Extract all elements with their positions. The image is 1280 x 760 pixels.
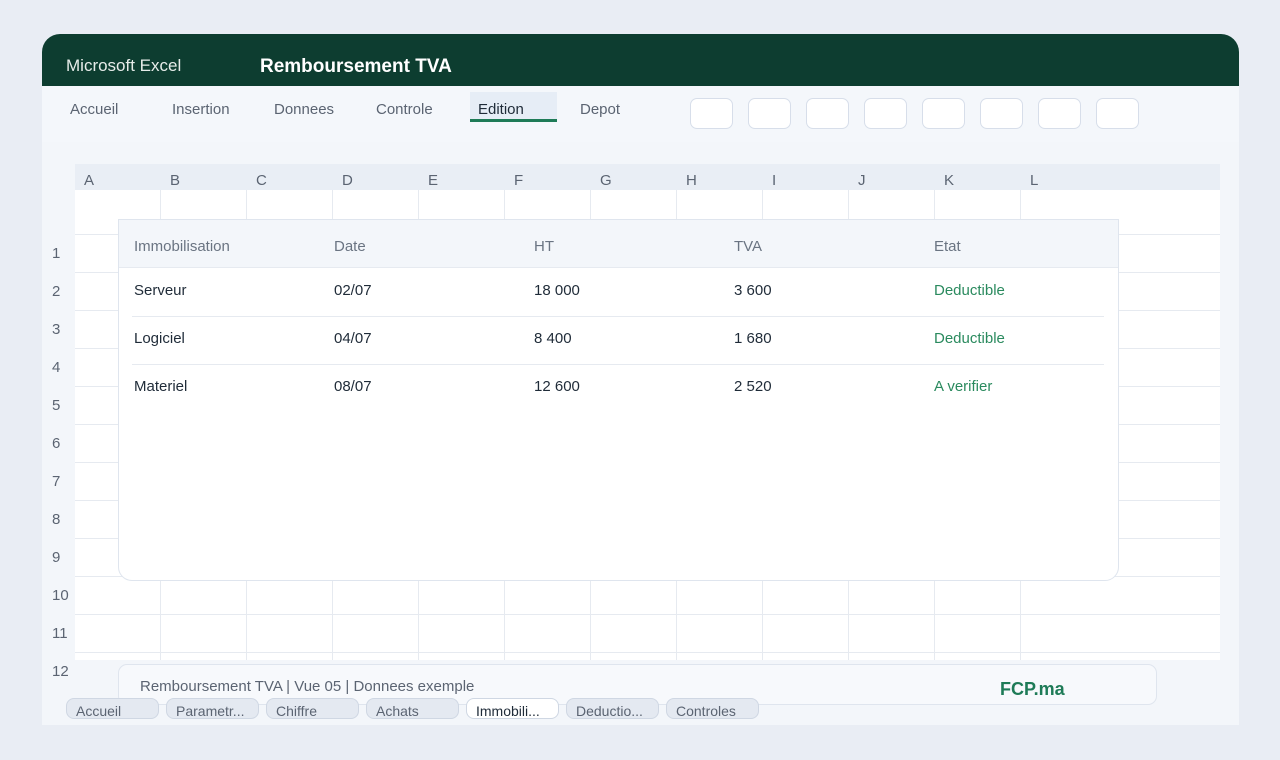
row-header-3[interactable]: 3 [52, 321, 60, 338]
row-header-10[interactable]: 10 [52, 587, 69, 604]
row-header-12[interactable]: 12 [52, 663, 69, 680]
row-header-1[interactable]: 1 [52, 245, 60, 262]
row-header-7[interactable]: 7 [52, 473, 60, 490]
brand-logo: FCP.ma [1000, 679, 1065, 699]
tab-depot[interactable]: Depot [572, 92, 628, 122]
ribbon-tool-button[interactable] [864, 98, 907, 129]
ribbon-tool-button[interactable] [980, 98, 1023, 129]
row-header-2[interactable]: 2 [52, 283, 60, 300]
ribbon-tool-button[interactable] [748, 98, 791, 129]
row-divider [132, 316, 1104, 317]
tab-controle[interactable]: Controle [368, 92, 441, 122]
sheet-tab-deductions[interactable]: Deductio... [566, 698, 659, 719]
cell-tva: 2 520 [734, 378, 772, 395]
document-title: Remboursement TVA [260, 56, 452, 77]
column-header-d[interactable]: D [342, 172, 353, 189]
header-ht: HT [534, 238, 554, 255]
column-header-c[interactable]: C [256, 172, 267, 189]
title-bar: Microsoft Excel Remboursement TVA [42, 34, 1239, 86]
header-etat: Etat [934, 238, 961, 255]
row-header-5[interactable]: 5 [52, 397, 60, 414]
sheet-tab-controles[interactable]: Controles [666, 698, 759, 719]
app-name: Microsoft Excel [66, 56, 182, 75]
status-text: Remboursement TVA | Vue 05 | Donnees exe… [140, 678, 475, 695]
tab-insertion[interactable]: Insertion [164, 92, 238, 122]
column-header-e[interactable]: E [428, 172, 438, 189]
row-header-11[interactable]: 11 [52, 625, 68, 642]
row-divider [132, 364, 1104, 365]
ribbon-tool-button[interactable] [690, 98, 733, 129]
tab-accueil[interactable]: Accueil [62, 92, 126, 122]
sheet-tab-accueil[interactable]: Accueil [66, 698, 159, 719]
column-header-h[interactable]: H [686, 172, 697, 189]
column-header-j[interactable]: J [858, 172, 866, 189]
ribbon-tool-button[interactable] [922, 98, 965, 129]
row-header-4[interactable]: 4 [52, 359, 60, 376]
column-header-g[interactable]: G [600, 172, 612, 189]
row-header-8[interactable]: 8 [52, 511, 60, 528]
column-header-k[interactable]: K [944, 172, 954, 189]
cell-ht: 18 000 [534, 282, 580, 299]
header-immobilisation: Immobilisation [134, 238, 230, 255]
column-header-f[interactable]: F [514, 172, 523, 189]
column-header-bar [75, 164, 1220, 190]
cell-tva: 1 680 [734, 330, 772, 347]
header-tva: TVA [734, 238, 763, 255]
cell-date: 08/07 [334, 378, 372, 395]
cell-date: 04/07 [334, 330, 372, 347]
data-table-panel: Immobilisation Date HT TVA Etat Serveur … [118, 219, 1119, 581]
table-header: Immobilisation Date HT TVA Etat [119, 220, 1118, 268]
cell-etat: A verifier [934, 378, 993, 395]
sheet-tab-parametres[interactable]: Parametr... [166, 698, 259, 719]
column-header-a[interactable]: A [84, 172, 94, 189]
ribbon-tool-button[interactable] [806, 98, 849, 129]
header-date: Date [334, 238, 366, 255]
cell-tva: 3 600 [734, 282, 772, 299]
column-header-b[interactable]: B [170, 172, 180, 189]
row-header-6[interactable]: 6 [52, 435, 60, 452]
cell-date: 02/07 [334, 282, 372, 299]
sheet-tab-achats[interactable]: Achats [366, 698, 459, 719]
column-header-l[interactable]: L [1030, 172, 1038, 189]
cell-immobilisation: Serveur [134, 282, 187, 299]
sheet-tab-chiffre[interactable]: Chiffre [266, 698, 359, 719]
cell-ht: 8 400 [534, 330, 572, 347]
ribbon-tool-button[interactable] [1038, 98, 1081, 129]
column-header-i[interactable]: I [772, 172, 776, 189]
cell-etat: Deductible [934, 330, 1005, 347]
sheet-tab-immobilisations[interactable]: Immobili... [466, 698, 559, 719]
cell-immobilisation: Materiel [134, 378, 188, 395]
row-header-9[interactable]: 9 [52, 549, 60, 566]
ribbon: Accueil Insertion Donnees Controle Editi… [42, 86, 1239, 142]
cell-ht: 12 600 [534, 378, 580, 395]
ribbon-tool-button[interactable] [1096, 98, 1139, 129]
cell-immobilisation: Logiciel [134, 330, 185, 347]
tab-edition[interactable]: Edition [470, 92, 557, 122]
cell-etat: Deductible [934, 282, 1005, 299]
tab-donnees[interactable]: Donnees [266, 92, 342, 122]
